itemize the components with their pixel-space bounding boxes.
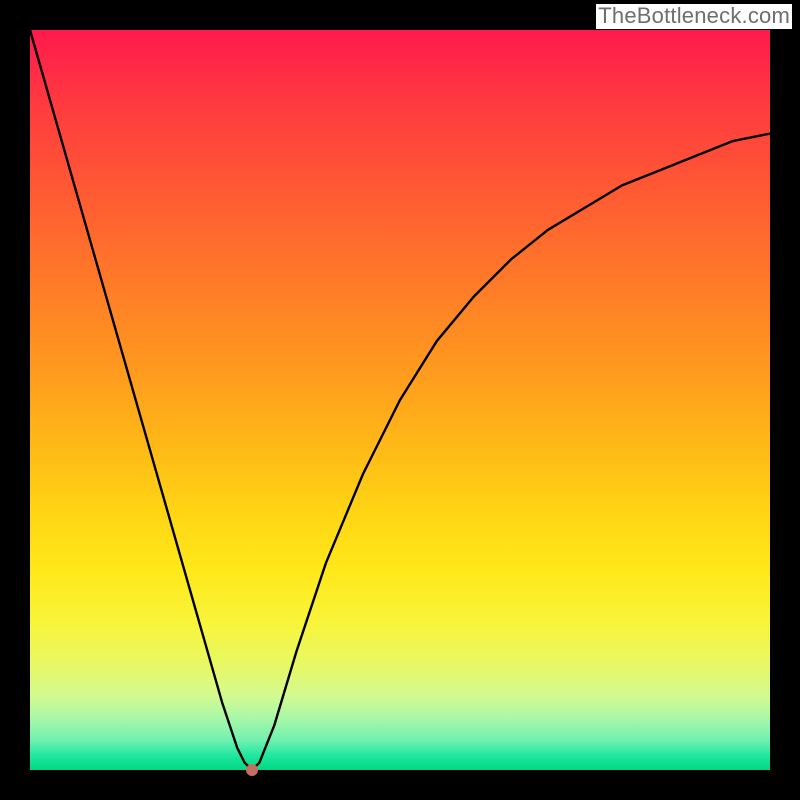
minimum-dot [246,764,258,776]
curve-svg [30,30,770,770]
watermark-label: TheBottleneck.com [596,4,792,29]
chart-frame: TheBottleneck.com [0,0,800,800]
bottleneck-curve [30,30,770,770]
plot-area [30,30,770,770]
